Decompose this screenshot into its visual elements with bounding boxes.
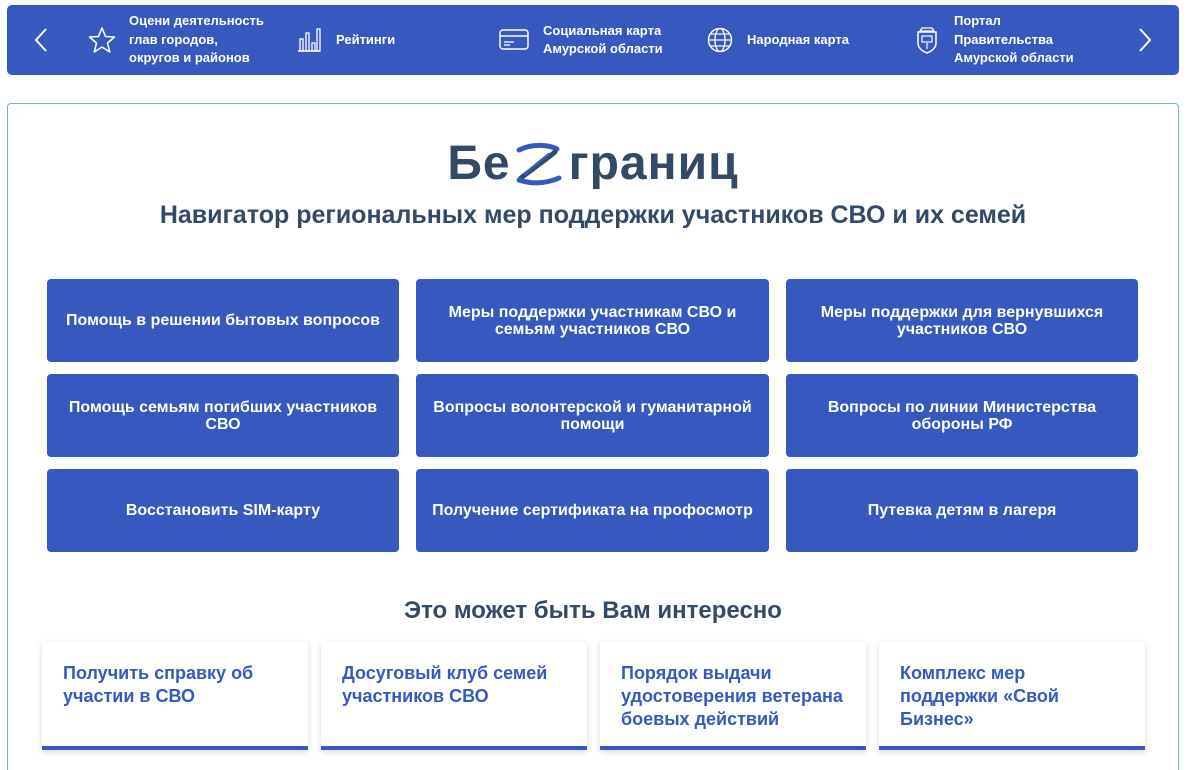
logo-text-part2: границ xyxy=(568,137,739,190)
chevron-left-icon xyxy=(34,28,47,52)
interest-card[interactable]: Порядок выдачи удостоверения ветерана бо… xyxy=(600,642,866,750)
card-icon xyxy=(497,25,531,55)
bar-chart-icon xyxy=(294,25,324,55)
nav-item-label: Рейтинги xyxy=(336,31,396,47)
main-content-card: Бе границ Навигатор региональных мер под… xyxy=(7,103,1179,770)
chevron-right-icon xyxy=(1139,28,1152,52)
nav-item-ratings[interactable]: Рейтинги xyxy=(294,5,395,75)
globe-icon xyxy=(705,25,735,55)
nav-item-social-card[interactable]: Социальная карта Амурской области xyxy=(497,5,663,75)
tile-medical-certificate[interactable]: Получение сертификата на профосмотр xyxy=(416,469,769,552)
nav-item-label: Оцени деятельность глав городов, округов… xyxy=(129,13,264,66)
nav-item-label: Народная карта xyxy=(747,31,849,47)
carousel-prev-button[interactable] xyxy=(11,5,71,75)
tile-restore-sim[interactable]: Восстановить SIM-карту xyxy=(47,469,399,552)
interest-cards: Получить справку об участии в СВО Досуго… xyxy=(42,642,1145,750)
nav-item-government-portal[interactable]: Портал Правительства Амурской области xyxy=(912,5,1074,75)
nav-item-rate-heads[interactable]: Оцени деятельность глав городов, округов… xyxy=(87,5,264,75)
interest-card-label: Получить справку об участии в СВО xyxy=(63,663,254,706)
tile-volunteer-aid[interactable]: Вопросы волонтерской и гуманитарной помо… xyxy=(416,374,769,457)
interest-card[interactable]: Досуговый клуб семей участников СВО xyxy=(321,642,587,750)
nav-item-label: Социальная карта Амурской области xyxy=(543,22,663,57)
tile-returned-participants[interactable]: Меры поддержки для вернувшихся участнико… xyxy=(786,279,1138,362)
tile-support-measures[interactable]: Меры поддержки участникам СВО и семьям у… xyxy=(416,279,769,362)
coat-of-arms-icon xyxy=(912,25,942,55)
nav-item-public-map[interactable]: Народная карта xyxy=(705,5,849,75)
page-logo: Бе границ xyxy=(8,136,1178,191)
logo-text-part1: Бе xyxy=(447,137,511,190)
tile-children-camps[interactable]: Путевка детям в лагеря xyxy=(786,469,1138,552)
interest-card[interactable]: Комплекс мер поддержки «Свой Бизнес» xyxy=(879,642,1145,750)
tile-families-of-fallen[interactable]: Помощь семьям погибших участников СВО xyxy=(47,374,399,457)
interest-card-label: Порядок выдачи удостоверения ветерана бо… xyxy=(621,663,843,729)
tile-household-help[interactable]: Помощь в решении бытовых вопросов xyxy=(47,279,399,362)
interest-card[interactable]: Получить справку об участии в СВО xyxy=(42,642,308,750)
interest-card-label: Комплекс мер поддержки «Свой Бизнес» xyxy=(900,663,1059,729)
support-categories-grid: Помощь в решении бытовых вопросов Меры п… xyxy=(47,279,1139,552)
carousel-next-button[interactable] xyxy=(1115,5,1175,75)
section-title-interest: Это может быть Вам интересно xyxy=(404,597,782,624)
nav-item-label: Портал Правительства Амурской области xyxy=(954,13,1074,66)
page-subtitle: Навигатор региональных мер поддержки уча… xyxy=(159,201,1027,229)
top-navigation-bar: Оцени деятельность глав городов, округов… xyxy=(7,5,1179,75)
z-logo-icon xyxy=(516,142,562,185)
tile-defense-ministry[interactable]: Вопросы по линии Министерства обороны РФ xyxy=(786,374,1138,457)
interest-card-label: Досуговый клуб семей участников СВО xyxy=(342,663,548,706)
star-icon xyxy=(87,25,117,55)
